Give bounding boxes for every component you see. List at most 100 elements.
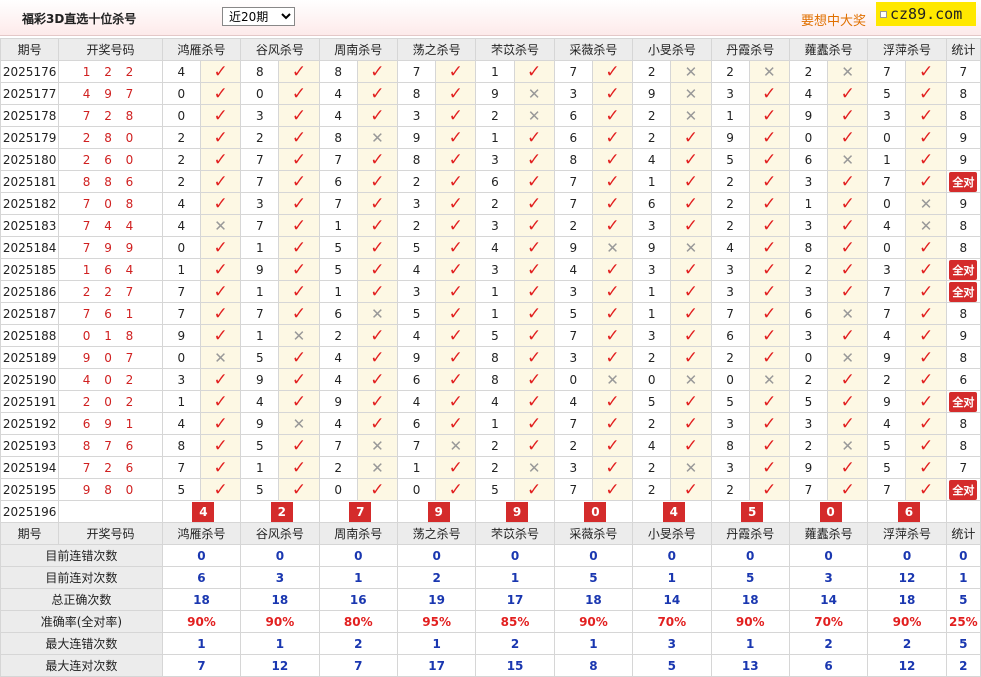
result-cell: ✓ xyxy=(278,368,320,391)
check-icon: ✓ xyxy=(605,479,620,500)
current-total-cell xyxy=(945,500,981,523)
kill-number-cell: 0 xyxy=(161,82,201,105)
current-kill-cell: 6 xyxy=(867,500,947,523)
result-cell: ✓ xyxy=(591,258,634,281)
kill-number-cell: 2 xyxy=(632,346,672,369)
check-icon: ✓ xyxy=(213,149,228,170)
all-correct-badge: 全对 xyxy=(949,281,978,302)
result-cell: ✓ xyxy=(748,236,790,259)
kill-number-cell: 2 xyxy=(710,192,750,215)
col-expert-header[interactable]: 采薇杀号 xyxy=(553,522,634,545)
kill-number-cell: 4 xyxy=(710,236,750,259)
stat-value: 2 xyxy=(396,566,477,589)
result-cell: ✕ xyxy=(278,412,320,435)
col-expert-header[interactable]: 谷风杀号 xyxy=(240,522,320,545)
result-cell: ✓ xyxy=(591,126,634,149)
issue-cell: 2025181 xyxy=(0,170,60,193)
check-icon: ✓ xyxy=(605,171,620,192)
col-expert-header[interactable]: 荡之杀号 xyxy=(396,38,477,61)
col-expert-header[interactable]: 蕹蠹杀号 xyxy=(788,522,869,545)
col-expert-header[interactable]: 浮萍杀号 xyxy=(867,38,947,61)
kill-number-cell: 2 xyxy=(710,214,750,237)
kill-number-cell: 0 xyxy=(788,126,829,149)
brand-logo[interactable]: cz89.com xyxy=(876,2,976,26)
total-cell: 9 xyxy=(945,126,981,149)
check-icon: ✓ xyxy=(448,259,463,280)
current-kill-number: 0 xyxy=(819,501,842,522)
result-cell: ✓ xyxy=(591,390,634,413)
col-expert-header[interactable]: 芣苡杀号 xyxy=(475,38,555,61)
result-cell: ✓ xyxy=(591,170,634,193)
check-icon: ✓ xyxy=(762,105,777,126)
col-expert-header[interactable]: 浮萍杀号 xyxy=(867,522,947,545)
kill-number-cell: 2 xyxy=(788,368,829,391)
kill-number-cell: 1 xyxy=(240,456,280,479)
result-cell: ✕ xyxy=(513,82,555,105)
kill-number-cell: 3 xyxy=(632,258,672,281)
stat-value: 18 xyxy=(867,588,947,611)
kill-number-cell: 3 xyxy=(788,214,829,237)
col-expert-header[interactable]: 蕹蠹杀号 xyxy=(788,38,869,61)
col-expert-header[interactable]: 采薇杀号 xyxy=(553,38,634,61)
result-cell: ✓ xyxy=(356,214,398,237)
col-expert-header[interactable]: 周南杀号 xyxy=(318,522,398,545)
total-value: 8 xyxy=(959,438,968,453)
kill-number-cell: 4 xyxy=(240,390,280,413)
col-expert-header[interactable]: 芣苡杀号 xyxy=(475,522,555,545)
kill-number-cell: 2 xyxy=(867,368,907,391)
stat-value: 1 xyxy=(710,632,790,655)
col-expert-header[interactable]: 鸿雁杀号 xyxy=(161,38,242,61)
kill-number-cell: 9 xyxy=(867,390,907,413)
result-cell: ✓ xyxy=(435,104,477,127)
kill-table: 期号 开奖号码 鸿雁杀号 谷风杀号 周南杀号 荡之杀号 芣苡杀号 采薇杀号 小旻杀号 丹霞杀号 蕹蠹… xyxy=(0,38,981,677)
result-cell: ✓ xyxy=(435,346,477,369)
result-cell: ✓ xyxy=(278,478,320,501)
current-kill-number: 5 xyxy=(741,501,764,522)
col-expert-header[interactable]: 周南杀号 xyxy=(318,38,398,61)
period-select[interactable]: 近20期 xyxy=(222,7,295,26)
draw-code-cell: 9 0 7 xyxy=(58,346,163,369)
result-cell: ✓ xyxy=(827,412,869,435)
promo-text[interactable]: 要想中大奖 xyxy=(801,10,866,29)
result-cell: ✓ xyxy=(905,346,947,369)
kill-number-cell: 3 xyxy=(475,148,515,171)
col-expert-header[interactable]: 小旻杀号 xyxy=(632,522,712,545)
kill-number-cell: 2 xyxy=(788,60,829,83)
col-expert-header[interactable]: 荡之杀号 xyxy=(396,522,477,545)
col-expert-header[interactable]: 谷风杀号 xyxy=(240,38,320,61)
result-cell: ✓ xyxy=(748,302,790,325)
kill-number-cell: 6 xyxy=(788,148,829,171)
result-cell: ✓ xyxy=(278,192,320,215)
col-expert-header[interactable]: 丹霞杀号 xyxy=(710,38,790,61)
draw-code-cell: 4 9 7 xyxy=(58,82,163,105)
kill-number-cell: 3 xyxy=(475,214,515,237)
col-expert-header[interactable]: 小旻杀号 xyxy=(632,38,712,61)
check-icon: ✓ xyxy=(683,303,699,324)
stat-value: 0 xyxy=(867,544,947,567)
check-icon: ✓ xyxy=(213,413,228,434)
check-icon: ✓ xyxy=(918,83,934,104)
current-kill-cell: 7 xyxy=(318,500,398,523)
result-cell: ✓ xyxy=(435,236,477,259)
issue-cell: 2025186 xyxy=(0,280,60,303)
result-cell: ✕ xyxy=(356,434,398,457)
col-expert-header[interactable]: 丹霞杀号 xyxy=(710,522,790,545)
kill-number-cell: 4 xyxy=(318,412,358,435)
check-icon: ✓ xyxy=(683,347,699,368)
result-cell: ✓ xyxy=(905,82,947,105)
draw-code-cell: 7 4 4 xyxy=(58,214,163,237)
check-icon: ✓ xyxy=(762,479,777,500)
kill-number-cell: 2 xyxy=(475,104,515,127)
result-cell: ✓ xyxy=(905,434,947,457)
kill-number-cell: 6 xyxy=(318,170,358,193)
col-expert-header[interactable]: 鸿雁杀号 xyxy=(161,522,242,545)
check-icon: ✓ xyxy=(683,259,699,280)
check-icon: ✓ xyxy=(291,171,307,192)
check-icon: ✓ xyxy=(213,83,228,104)
check-icon: ✓ xyxy=(370,391,385,412)
result-cell: ✓ xyxy=(591,324,634,347)
kill-number-cell: 0 xyxy=(240,82,280,105)
stats-row: 总正确次数 18 18 16 19 17 18 14 18 14 18 5 xyxy=(0,588,981,611)
result-cell: ✓ xyxy=(591,302,634,325)
stats-row: 目前连错次数 0 0 0 0 0 0 0 0 0 0 0 xyxy=(0,544,981,567)
